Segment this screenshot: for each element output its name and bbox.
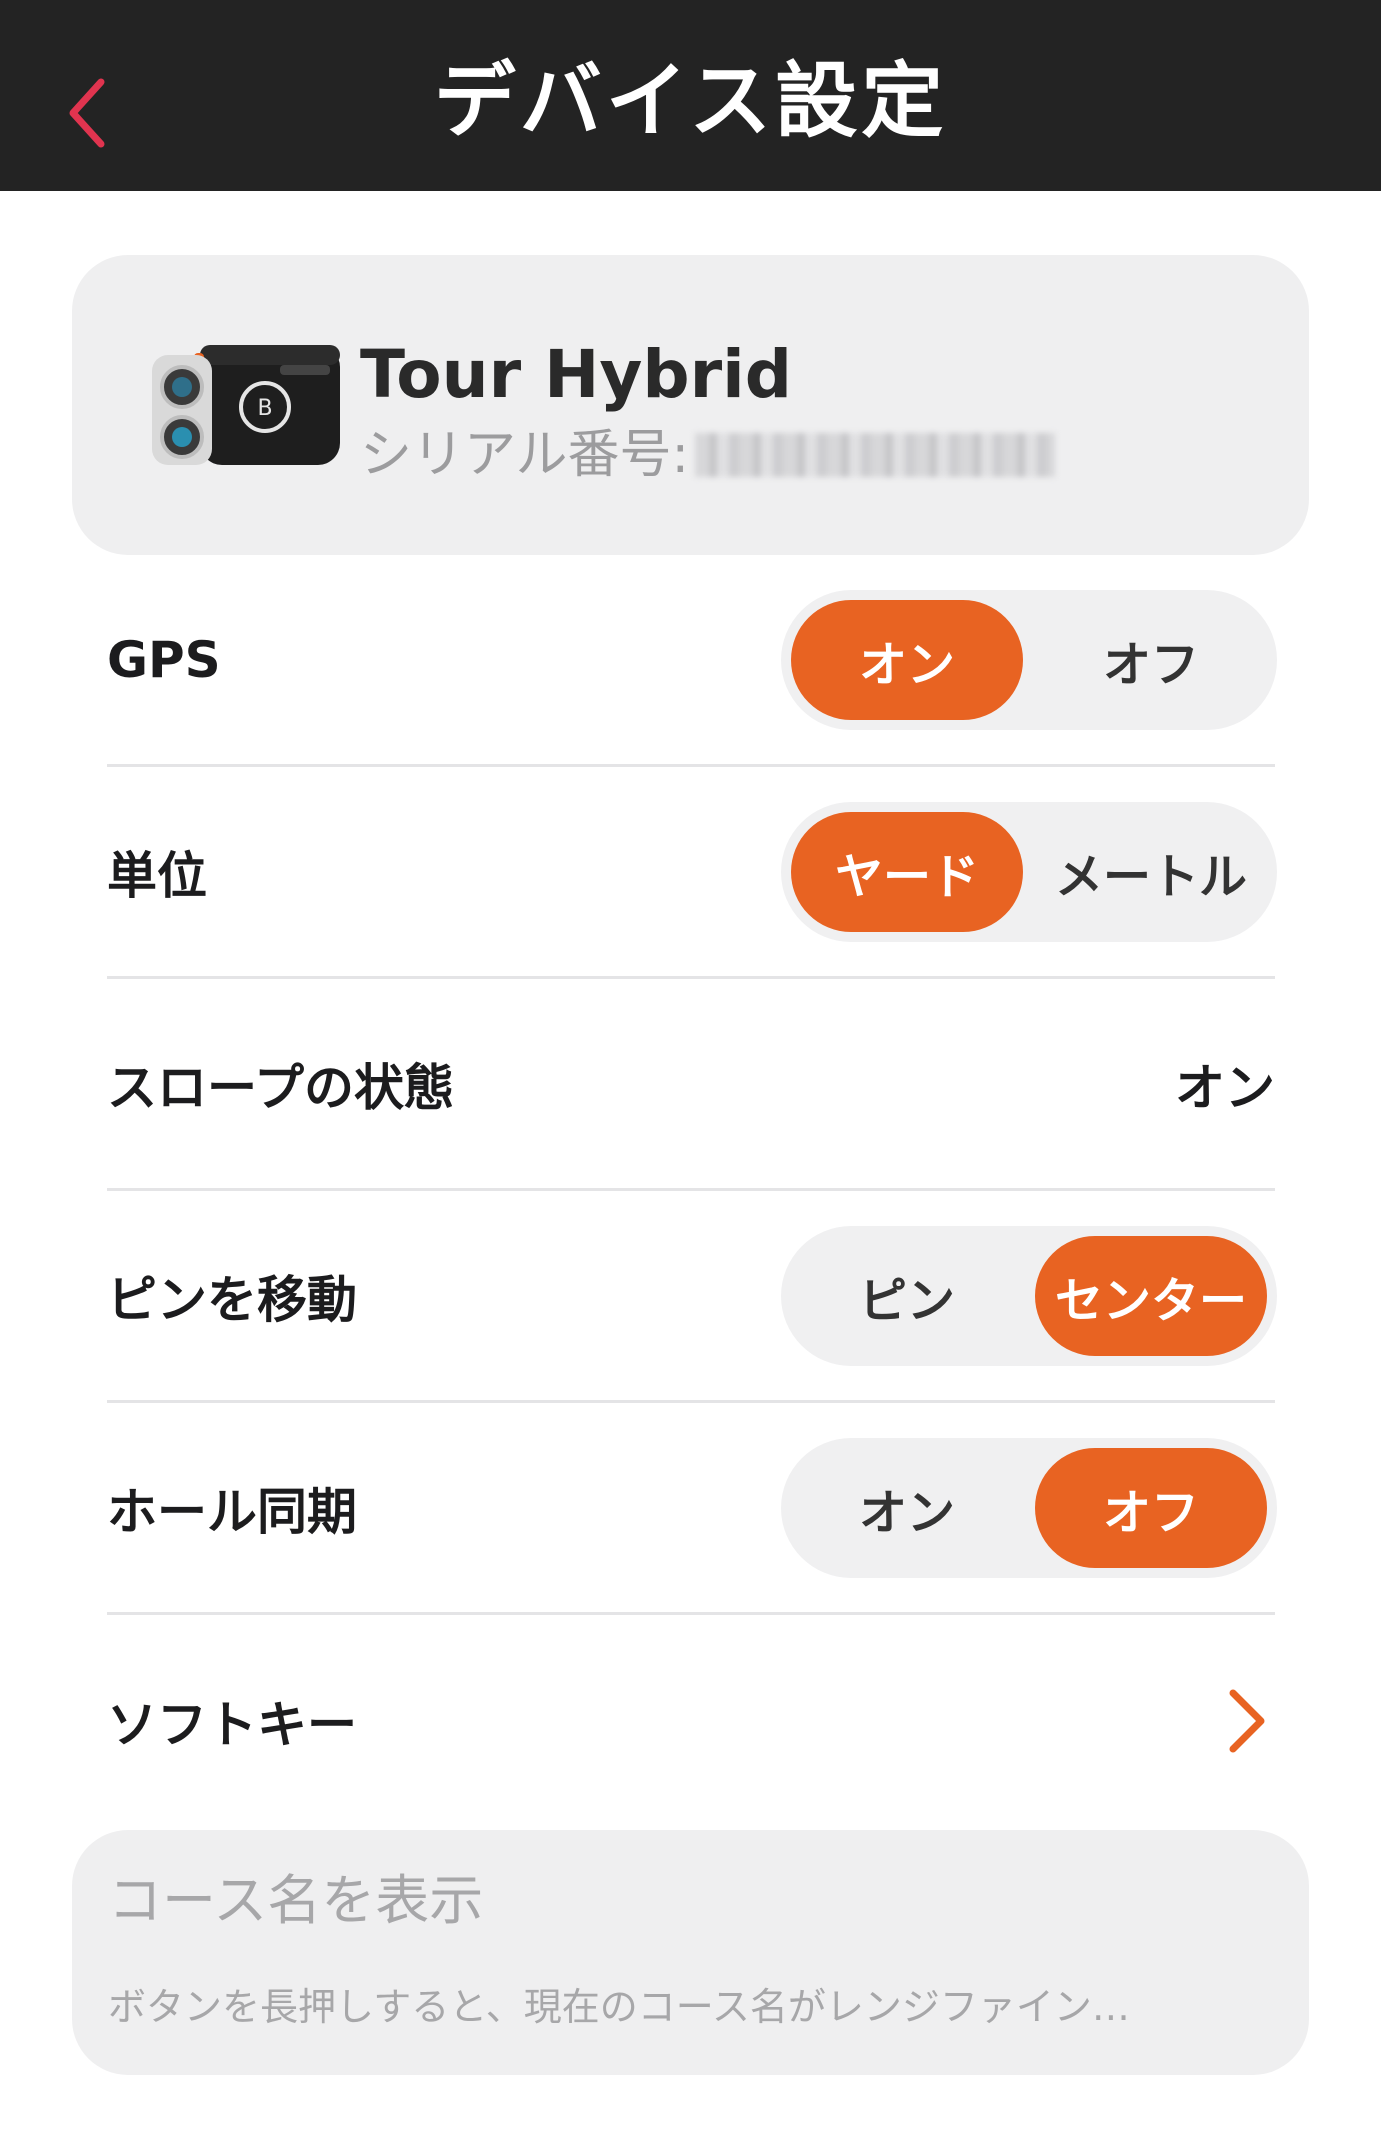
gps-toggle: オン オフ [781,589,1277,730]
setting-row-pin: ピンを移動 ピン センター [107,1191,1277,1403]
unit-option-meter[interactable]: メートル [1035,812,1267,932]
serial-number: シリアル番号: [360,420,1055,490]
serial-value-redacted [695,433,1055,477]
gps-option-off[interactable]: オフ [1035,600,1267,720]
hole-sync-label: ホール同期 [107,1482,357,1541]
setting-row-unit: 単位 ヤード メートル [107,767,1277,979]
setting-row-gps: GPS オン オフ [107,555,1277,767]
course-name-description: ボタンを長押しすると、現在のコース名がレンジファイン… [108,1985,1130,2029]
svg-text:B: B [257,396,272,421]
pin-option-center[interactable]: センター [1035,1235,1267,1356]
serial-label: シリアル番号: [360,425,689,485]
pin-label: ピンを移動 [107,1270,357,1329]
unit-option-yard[interactable]: ヤード [791,811,1023,932]
setting-row-hole-sync: ホール同期 オン オフ [107,1403,1277,1615]
unit-label: 単位 [107,846,207,905]
hole-sync-option-on[interactable]: オン [791,1448,1023,1568]
pin-option-pin[interactable]: ピン [791,1236,1023,1356]
page-title: デバイス設定 [433,54,948,149]
device-card: B Tour Hybrid シリアル番号: [72,255,1309,555]
setting-row-slope: スロープの状態 オン [107,979,1275,1191]
header-bar: デバイス設定 [0,0,1381,191]
gps-option-on[interactable]: オン [791,599,1023,720]
device-name: Tour Hybrid [360,336,793,413]
rangefinder-device-image: B [152,345,340,465]
softkey-label: ソフトキー [107,1696,357,1754]
chevron-right-icon [1229,1689,1265,1753]
course-name-title: コース名を表示 [108,1869,484,1932]
gps-label: GPS [107,630,221,689]
setting-row-softkey[interactable]: ソフトキー [107,1615,1275,1827]
course-name-card[interactable]: コース名を表示 ボタンを長押しすると、現在のコース名がレンジファイン… [72,1830,1309,2075]
slope-label: スロープの状態 [107,1058,454,1117]
unit-toggle: ヤード メートル [781,801,1277,942]
pin-toggle: ピン センター [781,1225,1277,1366]
hole-sync-option-off[interactable]: オフ [1035,1447,1267,1568]
slope-value: オン [1175,1058,1275,1117]
hole-sync-toggle: オン オフ [781,1437,1277,1578]
